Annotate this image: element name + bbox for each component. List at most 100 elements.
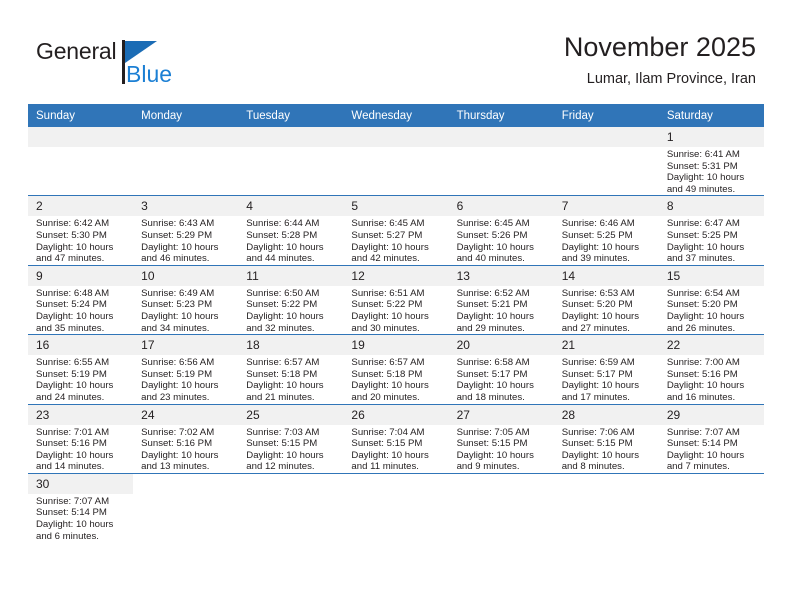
- day-detail-sunset: Sunset: 5:24 PM: [36, 299, 107, 311]
- day-detail-sunset: Sunset: 5:14 PM: [666, 438, 738, 450]
- general-blue-logo[interactable]: General Blue: [36, 38, 236, 90]
- calendar-day-cell[interactable]: 30 Sunrise: 7:07 AM Sunset: 5:14 PM Dayligh…: [28, 472, 134, 543]
- calendar-day-cell[interactable]: 14 Sunrise: 6:53 AM Sunset: 5:20 PM Dayligh…: [553, 264, 659, 335]
- day-number: [238, 127, 344, 147]
- calendar-day-cell[interactable]: 27 Sunrise: 7:05 AM Sunset: 5:15 PM Dayligh…: [448, 403, 554, 474]
- day-detail-daylight-1: Daylight: 10 hours: [666, 310, 745, 322]
- day-detail-sunrise: Sunrise: 6:58 AM: [456, 357, 530, 369]
- calendar-cell-empty: [343, 127, 449, 196]
- calendar-day-cell[interactable]: 24 Sunrise: 7:02 AM Sunset: 5:16 PM Dayligh…: [133, 403, 239, 474]
- day-details: Sunrise: 6:47 AM Sunset: 5:25 PM Daylight:…: [659, 216, 764, 264]
- day-detail-sunset: Sunset: 5:14 PM: [36, 507, 107, 519]
- day-detail-daylight-1: Daylight: 10 hours: [561, 380, 640, 392]
- day-detail-sunrise: Sunrise: 6:52 AM: [456, 287, 530, 299]
- day-number: [343, 127, 449, 147]
- day-detail-daylight-1: Daylight: 10 hours: [141, 449, 219, 461]
- day-detail-daylight-1: Daylight: 10 hours: [141, 310, 219, 322]
- calendar-day-cell[interactable]: 9 Sunrise: 6:48 AM Sunset: 5:24 PM Daylight…: [28, 264, 134, 335]
- page-subtitle: Lumar, Ilam Province, Iran: [586, 71, 756, 87]
- calendar-day-cell[interactable]: 2 Sunrise: 6:42 AM Sunset: 5:30 PM Daylight…: [28, 195, 134, 266]
- day-number: 20: [448, 335, 554, 356]
- calendar-day-cell[interactable]: 5 Sunrise: 6:45 AM Sunset: 5:27 PM Daylight…: [343, 195, 449, 266]
- logo-text-general: General: [36, 38, 117, 64]
- calendar-day-cell[interactable]: 12 Sunrise: 6:51 AM Sunset: 5:22 PM Dayligh…: [343, 264, 449, 335]
- day-detail-sunrise: Sunrise: 7:01 AM: [36, 426, 110, 438]
- calendar-week-row: 9 Sunrise: 6:48 AM Sunset: 5:24 PM Daylight…: [28, 264, 764, 335]
- calendar-cell-empty: [28, 127, 134, 196]
- calendar-day-cell[interactable]: 15 Sunrise: 6:54 AM Sunset: 5:20 PM Dayligh…: [658, 264, 764, 335]
- day-detail-sunset: Sunset: 5:17 PM: [456, 368, 528, 380]
- day-detail-daylight-1: Daylight: 10 hours: [351, 310, 429, 322]
- calendar-day-cell[interactable]: 28 Sunrise: 7:06 AM Sunset: 5:15 PM Dayligh…: [553, 403, 659, 474]
- day-number: [553, 127, 659, 147]
- day-detail-daylight-2: and 34 minutes.: [141, 322, 210, 334]
- calendar-day-cell[interactable]: 29 Sunrise: 7:07 AM Sunset: 5:14 PM Dayligh…: [658, 403, 764, 474]
- calendar-day-cell[interactable]: 20 Sunrise: 6:58 AM Sunset: 5:17 PM Dayligh…: [448, 334, 554, 404]
- day-detail-sunrise: Sunrise: 6:42 AM: [36, 218, 110, 230]
- calendar-week-row: 1 Sunrise: 6:41 AM Sunset: 5:31 PM Daylight…: [28, 127, 764, 196]
- day-detail-daylight-1: Daylight: 10 hours: [351, 380, 429, 392]
- calendar-day-cell[interactable]: 16 Sunrise: 6:55 AM Sunset: 5:19 PM Dayligh…: [28, 334, 134, 404]
- day-detail-sunset: Sunset: 5:18 PM: [246, 368, 318, 380]
- day-detail-sunrise: Sunrise: 7:05 AM: [456, 426, 530, 438]
- calendar-day-cell[interactable]: 25 Sunrise: 7:03 AM Sunset: 5:15 PM Dayligh…: [238, 403, 344, 474]
- calendar-day-cell[interactable]: 18 Sunrise: 6:57 AM Sunset: 5:18 PM Dayligh…: [238, 334, 344, 404]
- day-number: [448, 127, 554, 147]
- day-details: Sunrise: 6:54 AM Sunset: 5:20 PM Daylight:…: [659, 286, 764, 334]
- calendar-day-cell[interactable]: 21 Sunrise: 6:59 AM Sunset: 5:17 PM Dayligh…: [553, 334, 659, 404]
- day-detail-sunset: Sunset: 5:19 PM: [36, 368, 107, 380]
- day-detail-daylight-2: and 7 minutes.: [666, 461, 730, 473]
- day-number: 18: [238, 335, 344, 356]
- calendar-day-cell[interactable]: 11 Sunrise: 6:50 AM Sunset: 5:22 PM Dayligh…: [238, 264, 344, 335]
- day-detail-daylight-1: Daylight: 10 hours: [36, 241, 114, 253]
- day-detail-daylight-2: and 11 minutes.: [351, 461, 419, 473]
- calendar-day-cell[interactable]: 10 Sunrise: 6:49 AM Sunset: 5:23 PM Dayligh…: [133, 264, 239, 335]
- day-detail-daylight-1: Daylight: 10 hours: [561, 310, 640, 322]
- day-details: Sunrise: 7:02 AM Sunset: 5:16 PM Daylight:…: [133, 425, 238, 473]
- calendar-week-row: 30 Sunrise: 7:07 AM Sunset: 5:14 PM Dayligh…: [28, 472, 764, 543]
- calendar-day-cell[interactable]: 23 Sunrise: 7:01 AM Sunset: 5:16 PM Dayligh…: [28, 403, 134, 474]
- day-detail-daylight-2: and 29 minutes.: [456, 322, 525, 334]
- day-detail-daylight-1: Daylight: 10 hours: [141, 380, 219, 392]
- day-detail-daylight-2: and 39 minutes.: [561, 253, 630, 265]
- day-detail-sunrise: Sunrise: 7:04 AM: [351, 426, 425, 438]
- day-detail-sunset: Sunset: 5:23 PM: [141, 299, 213, 311]
- day-number: 3: [133, 196, 239, 217]
- day-details: Sunrise: 7:07 AM Sunset: 5:14 PM Daylight:…: [659, 425, 764, 473]
- calendar-day-cell[interactable]: 6 Sunrise: 6:45 AM Sunset: 5:26 PM Daylight…: [448, 195, 554, 266]
- calendar-day-cell[interactable]: 19 Sunrise: 6:57 AM Sunset: 5:18 PM Dayligh…: [343, 334, 449, 404]
- day-details: Sunrise: 6:56 AM Sunset: 5:19 PM Daylight:…: [133, 355, 238, 403]
- day-detail-daylight-2: and 42 minutes.: [351, 253, 420, 265]
- calendar-week-row: 16 Sunrise: 6:55 AM Sunset: 5:19 PM Dayligh…: [28, 334, 764, 404]
- day-detail-daylight-2: and 32 minutes.: [246, 322, 315, 334]
- day-detail-sunrise: Sunrise: 6:49 AM: [141, 287, 215, 299]
- calendar-cell-blank: [238, 472, 344, 543]
- weekday-header-thursday: Thursday: [448, 104, 554, 127]
- calendar-day-cell[interactable]: 3 Sunrise: 6:43 AM Sunset: 5:29 PM Daylight…: [133, 195, 239, 266]
- calendar-day-cell[interactable]: 17 Sunrise: 6:56 AM Sunset: 5:19 PM Dayligh…: [133, 334, 239, 404]
- calendar-cell-blank: [658, 472, 764, 543]
- day-number: 12: [343, 266, 449, 286]
- calendar-day-cell[interactable]: 1 Sunrise: 6:41 AM Sunset: 5:31 PM Daylight…: [658, 127, 764, 196]
- calendar-day-cell[interactable]: 13 Sunrise: 6:52 AM Sunset: 5:21 PM Dayligh…: [448, 264, 554, 335]
- calendar-grid: Sunday Monday Tuesday Wednesday Thursday…: [28, 104, 764, 543]
- day-detail-daylight-2: and 6 minutes.: [36, 530, 99, 542]
- day-detail-daylight-1: Daylight: 10 hours: [246, 241, 324, 253]
- calendar-day-cell[interactable]: 26 Sunrise: 7:04 AM Sunset: 5:15 PM Dayligh…: [343, 403, 449, 474]
- calendar-cell-blank: [448, 472, 554, 543]
- day-detail-sunset: Sunset: 5:30 PM: [36, 229, 107, 241]
- day-number: 26: [343, 405, 449, 425]
- page-header: General Blue November 2025 Lumar, Ilam P…: [0, 0, 792, 100]
- day-number: 23: [28, 405, 134, 425]
- page-title: November 2025: [563, 32, 756, 62]
- calendar-day-cell[interactable]: 7 Sunrise: 6:46 AM Sunset: 5:25 PM Daylight…: [553, 195, 659, 266]
- calendar-cell-empty: [448, 127, 554, 196]
- calendar-day-cell[interactable]: 22 Sunrise: 7:00 AM Sunset: 5:16 PM Dayligh…: [658, 334, 764, 404]
- day-detail-sunset: Sunset: 5:16 PM: [666, 368, 738, 380]
- day-detail-daylight-1: Daylight: 10 hours: [36, 380, 114, 392]
- day-detail-sunset: Sunset: 5:21 PM: [456, 299, 528, 311]
- day-detail-sunset: Sunset: 5:18 PM: [351, 368, 423, 380]
- day-detail-sunset: Sunset: 5:15 PM: [351, 438, 423, 450]
- calendar-day-cell[interactable]: 4 Sunrise: 6:44 AM Sunset: 5:28 PM Daylight…: [238, 195, 344, 266]
- calendar-day-cell[interactable]: 8 Sunrise: 6:47 AM Sunset: 5:25 PM Daylight…: [658, 195, 764, 266]
